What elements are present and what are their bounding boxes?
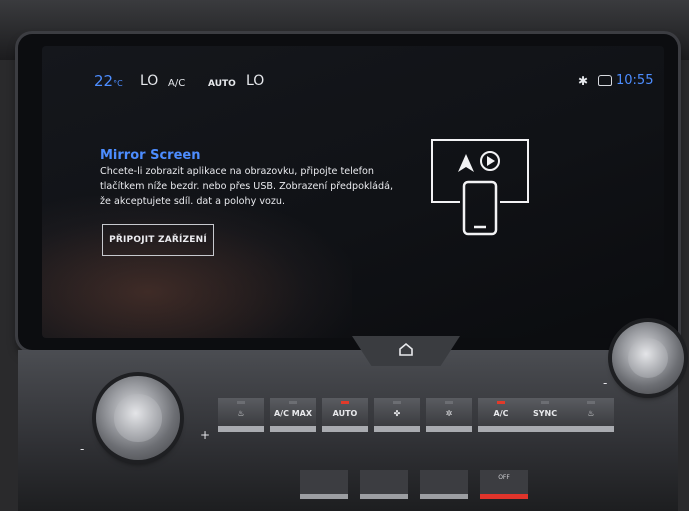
indicator-led bbox=[587, 401, 595, 404]
temperature-knob-right[interactable] bbox=[612, 322, 684, 394]
fan-level-left[interactable]: LO bbox=[140, 74, 158, 88]
page-title: Mirror Screen bbox=[100, 148, 201, 163]
lower-button-row: OFF bbox=[260, 470, 630, 500]
lower-button-1[interactable] bbox=[300, 470, 348, 499]
status-bar: 22°C LO A/C AUTO LO ✱ 10:55 bbox=[42, 46, 664, 92]
fan-up-button[interactable]: ✲ bbox=[426, 398, 472, 432]
navigation-icon bbox=[458, 154, 474, 172]
auto-button[interactable]: AUTO bbox=[322, 398, 368, 432]
fan-icon: ✤ bbox=[393, 409, 401, 418]
lower-button-2[interactable] bbox=[360, 470, 408, 499]
home-icon bbox=[399, 342, 413, 356]
connect-device-button[interactable]: PŘIPOJIT ZAŘÍZENÍ bbox=[102, 224, 214, 256]
temperature-unit: °C bbox=[113, 79, 123, 88]
screen-outline bbox=[431, 139, 529, 203]
mirror-screen-illustration bbox=[431, 139, 529, 236]
indicator-led bbox=[541, 401, 549, 404]
auto-status[interactable]: AUTO bbox=[208, 77, 236, 91]
ac-max-button[interactable]: A/C MAX bbox=[270, 398, 316, 432]
screen-glare bbox=[42, 196, 352, 338]
fan-level-right[interactable]: LO bbox=[246, 74, 264, 88]
infotainment-screen: 22°C LO A/C AUTO LO ✱ 10:55 Mirror Scree… bbox=[42, 46, 664, 338]
indicator-led bbox=[341, 401, 349, 404]
clock: 10:55 bbox=[616, 73, 654, 88]
temperature-knob-left[interactable] bbox=[96, 376, 180, 460]
fan-down-button[interactable]: ✤ bbox=[374, 398, 420, 432]
indicator-led bbox=[393, 401, 401, 404]
decrease-left-label: - bbox=[80, 442, 85, 456]
seat-heat-icon: ♨ bbox=[237, 409, 245, 418]
seat-heat-right-button[interactable]: ♨ bbox=[568, 398, 614, 432]
indicator-led bbox=[289, 401, 297, 404]
sync-button[interactable]: SYNC bbox=[522, 398, 568, 432]
indicator-led bbox=[237, 401, 245, 404]
off-button[interactable]: OFF bbox=[480, 470, 528, 499]
lower-button-3[interactable] bbox=[420, 470, 468, 499]
indicator-led bbox=[445, 401, 453, 404]
connected-car-icon bbox=[598, 75, 612, 86]
indicator-led bbox=[497, 401, 505, 404]
fan-icon: ✲ bbox=[445, 409, 453, 418]
increase-left-label: + bbox=[200, 428, 211, 442]
ac-button[interactable]: A/C bbox=[478, 398, 524, 432]
climate-button-row: ♨ A/C MAX AUTO ✤ ✲ A/C SYNC ♨ bbox=[218, 398, 614, 440]
decrease-right-label: - bbox=[603, 376, 608, 390]
bluetooth-icon: ✱ bbox=[578, 74, 589, 88]
temperature-readout[interactable]: 22°C bbox=[94, 74, 123, 91]
seat-heat-icon: ♨ bbox=[587, 409, 595, 418]
seat-heat-left-button[interactable]: ♨ bbox=[218, 398, 264, 432]
description-text: Chcete-li zobrazit aplikace na obrazovku… bbox=[100, 166, 394, 207]
ac-status[interactable]: A/C bbox=[168, 77, 185, 91]
